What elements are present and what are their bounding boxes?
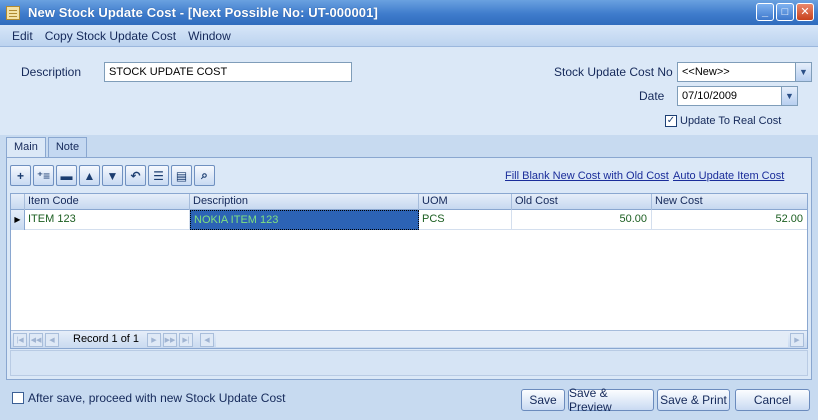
prev-page-icon[interactable]: ◀◀ xyxy=(29,333,43,347)
save-preview-button[interactable]: Save & Preview xyxy=(568,386,654,414)
grid-footer-area xyxy=(10,350,808,376)
next-page-icon[interactable]: ▶▶ xyxy=(163,333,177,347)
grid-header: Item Code Description UOM Old Cost New C… xyxy=(11,194,807,210)
grid-toolbar: + ⁺≡ ▬ ▲ ▼ ↶ ☰ ▤ ⌕ xyxy=(10,165,215,186)
col-new-cost[interactable]: New Cost xyxy=(652,194,807,210)
main-panel: + ⁺≡ ▬ ▲ ▼ ↶ ☰ ▤ ⌕ Fill Blank New Cost w… xyxy=(6,157,812,380)
move-up-icon[interactable]: ▲ xyxy=(79,165,100,186)
update-real-cost-checkbox[interactable]: ✓ xyxy=(665,115,677,127)
maximize-button[interactable]: □ xyxy=(776,3,794,21)
date-value: 07/10/2009 xyxy=(682,90,738,102)
menu-window[interactable]: Window xyxy=(182,29,237,43)
menu-edit[interactable]: Edit xyxy=(6,29,39,43)
menu-bar: Edit Copy Stock Update Cost Window xyxy=(0,25,818,47)
cell-uom[interactable]: PCS xyxy=(419,210,512,230)
col-old-cost[interactable]: Old Cost xyxy=(512,194,652,210)
insert-row-icon[interactable]: ⁺≡ xyxy=(33,165,54,186)
cell-new-cost[interactable]: 52.00 xyxy=(652,210,807,230)
col-item-code[interactable]: Item Code xyxy=(25,194,190,210)
date-picker[interactable]: 07/10/2009 ▼ xyxy=(677,86,798,106)
description-label: Description xyxy=(21,65,82,79)
chevron-down-icon[interactable]: ▼ xyxy=(795,63,811,81)
window-title: New Stock Update Cost - [Next Possible N… xyxy=(28,5,378,20)
save-button[interactable]: Save xyxy=(521,389,565,411)
next-record-icon[interactable]: ▶ xyxy=(147,333,161,347)
col-uom[interactable]: UOM xyxy=(419,194,512,210)
tab-note[interactable]: Note xyxy=(47,137,88,158)
cell-old-cost[interactable]: 50.00 xyxy=(512,210,652,230)
cell-item-code[interactable]: ITEM 123 xyxy=(25,210,190,230)
date-label: Date xyxy=(639,89,665,103)
menu-copy-stock-update-cost[interactable]: Copy Stock Update Cost xyxy=(39,29,182,43)
delete-row-icon[interactable]: ▬ xyxy=(56,165,77,186)
document-icon xyxy=(6,5,20,20)
update-real-cost-label: Update To Real Cost xyxy=(680,115,782,127)
add-row-icon[interactable]: + xyxy=(10,165,31,186)
tab-main[interactable]: Main xyxy=(6,137,46,159)
record-counter: Record 1 of 1 xyxy=(73,333,140,345)
list-icon[interactable]: ☰ xyxy=(148,165,169,186)
cost-no-value: <<New>> xyxy=(682,66,730,78)
cost-no-combo[interactable]: <<New>> ▼ xyxy=(677,62,812,82)
current-row-icon: ▶ xyxy=(11,210,25,230)
proceed-new-label: After save, proceed with new Stock Updat… xyxy=(28,391,286,405)
minimize-button[interactable]: _ xyxy=(756,3,774,21)
proceed-new-checkbox[interactable] xyxy=(12,392,24,404)
window-controls: _ □ ✕ xyxy=(756,3,814,21)
close-button[interactable]: ✕ xyxy=(796,3,814,21)
description-input[interactable]: STOCK UPDATE COST xyxy=(104,62,352,82)
last-page-icon[interactable]: ▶| xyxy=(179,333,193,347)
record-navigator: |◀ ◀◀ ◀ Record 1 of 1 ▶ ▶▶ ▶| ◀ ▶ xyxy=(11,330,807,348)
move-down-icon[interactable]: ▼ xyxy=(102,165,123,186)
save-print-button[interactable]: Save & Print xyxy=(657,389,730,411)
auto-update-cost-link[interactable]: Auto Update Item Cost xyxy=(673,170,784,182)
cost-no-label: Stock Update Cost No xyxy=(554,65,673,79)
header-form: Description STOCK UPDATE COST Stock Upda… xyxy=(0,47,818,135)
undo-icon[interactable]: ↶ xyxy=(125,165,146,186)
cell-description[interactable]: NOKIA ITEM 123 xyxy=(190,210,419,230)
table-row[interactable]: ▶ ITEM 123 NOKIA ITEM 123 PCS 50.00 52.0… xyxy=(11,210,807,230)
scroll-left-icon[interactable]: ◀ xyxy=(200,333,214,347)
columns-icon[interactable]: ▤ xyxy=(171,165,192,186)
first-page-icon[interactable]: |◀ xyxy=(13,333,27,347)
col-description[interactable]: Description xyxy=(190,194,419,210)
prev-record-icon[interactable]: ◀ xyxy=(45,333,59,347)
items-grid: Item Code Description UOM Old Cost New C… xyxy=(10,193,808,349)
calendar-dropdown-icon[interactable]: ▼ xyxy=(781,87,797,105)
cancel-button[interactable]: Cancel xyxy=(735,389,810,411)
search-icon[interactable]: ⌕ xyxy=(194,165,215,186)
scroll-right-icon[interactable]: ▶ xyxy=(790,333,804,347)
fill-blank-cost-link[interactable]: Fill Blank New Cost with Old Cost xyxy=(505,170,669,182)
row-indicator-header xyxy=(11,194,25,210)
window-title-bar: New Stock Update Cost - [Next Possible N… xyxy=(0,0,818,25)
horizontal-scrollbar[interactable] xyxy=(216,333,788,347)
tab-strip: Main Note xyxy=(6,137,89,159)
